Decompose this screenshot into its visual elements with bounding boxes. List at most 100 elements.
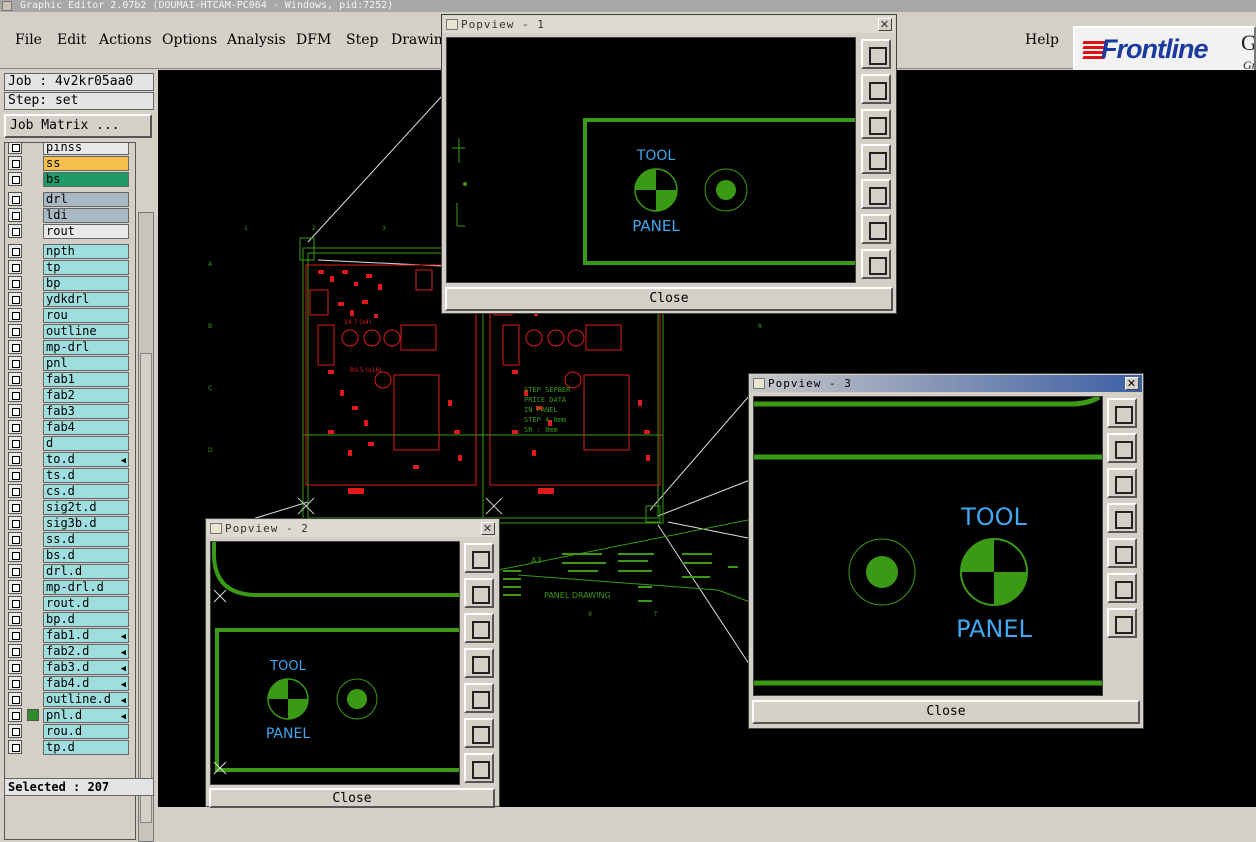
layer-row[interactable]: rou <box>5 307 135 323</box>
layer-name[interactable]: to.d ◀ <box>43 452 129 467</box>
layer-checkbox[interactable] <box>8 340 22 354</box>
layer-name[interactable]: fab3.d ◀ <box>43 660 129 675</box>
menu-analysis[interactable]: Analysis <box>227 32 286 48</box>
layer-row[interactable]: mp-drl.d <box>5 579 135 595</box>
pan-right-icon[interactable] <box>1107 538 1137 568</box>
layer-name[interactable]: bp.d <box>43 612 129 627</box>
layer-row[interactable]: outline.d ◀ <box>5 691 135 707</box>
layer-checkbox[interactable] <box>8 244 22 258</box>
layer-name[interactable]: ss.d <box>43 532 129 547</box>
job-matrix-button[interactable]: Job Matrix ... <box>4 114 152 138</box>
layer-checkbox[interactable] <box>8 596 22 610</box>
popview-1-close-icon[interactable]: ✕ <box>878 18 892 31</box>
layer-checkbox[interactable] <box>8 468 22 482</box>
layer-checkbox[interactable] <box>8 292 22 306</box>
layer-name[interactable]: drl <box>43 192 129 207</box>
layer-name[interactable]: bp <box>43 276 129 291</box>
menu-options[interactable]: Options <box>162 32 217 48</box>
layer-checkbox[interactable] <box>8 580 22 594</box>
pan-left-icon[interactable] <box>464 648 494 678</box>
layer-checkbox[interactable] <box>8 324 22 338</box>
layer-checkbox[interactable] <box>8 532 22 546</box>
layer-checkbox[interactable] <box>8 692 22 706</box>
zoom-home-icon[interactable] <box>464 543 494 573</box>
scroll-thumb[interactable] <box>140 353 152 823</box>
popview-1-title-bar[interactable]: Popview - 1 ✕ <box>443 16 895 33</box>
zoom-in-icon[interactable] <box>1107 573 1137 603</box>
layer-name[interactable]: d <box>43 436 129 451</box>
popview-1-view[interactable]: TOOL PANEL <box>446 37 856 283</box>
layer-checkbox[interactable] <box>8 276 22 290</box>
zoom-out-icon[interactable] <box>464 753 494 783</box>
popview-3-close-icon[interactable]: ✕ <box>1125 377 1139 390</box>
layer-checkbox[interactable] <box>8 436 22 450</box>
menu-edit[interactable]: Edit <box>57 32 86 48</box>
pan-down-icon[interactable] <box>464 613 494 643</box>
layer-name[interactable]: pnl <box>43 356 129 371</box>
layer-checkbox[interactable] <box>8 452 22 466</box>
layer-checkbox[interactable] <box>8 484 22 498</box>
popview-3-view[interactable]: TOOL PANEL <box>753 396 1103 696</box>
layer-checkbox[interactable] <box>8 208 22 222</box>
layer-name[interactable]: bs <box>43 172 129 187</box>
layer-row[interactable]: fab1 <box>5 371 135 387</box>
layer-checkbox[interactable] <box>8 500 22 514</box>
layer-row[interactable]: fab2 <box>5 387 135 403</box>
layer-row[interactable]: pnl.d ◀ <box>5 707 135 723</box>
layer-row[interactable]: drl.d <box>5 563 135 579</box>
popview-3-close-button[interactable]: Close <box>752 700 1140 724</box>
layer-name[interactable]: fab3 <box>43 404 129 419</box>
popview-2-close-button[interactable]: Close <box>209 788 495 808</box>
layer-name[interactable]: mp-drl <box>43 340 129 355</box>
layer-row[interactable]: ydkdrl <box>5 291 135 307</box>
popview-2-title-bar[interactable]: Popview - 2 ✕ <box>207 520 498 537</box>
layer-row[interactable]: mp-drl <box>5 339 135 355</box>
layer-row[interactable]: rou.d <box>5 723 135 739</box>
pan-down-icon[interactable] <box>861 109 891 139</box>
layer-name[interactable]: npth <box>43 244 129 259</box>
zoom-in-icon[interactable] <box>464 718 494 748</box>
layer-row[interactable]: rout <box>5 223 135 239</box>
zoom-in-icon[interactable] <box>861 214 891 244</box>
layer-checkbox[interactable] <box>8 660 22 674</box>
popview-2-view[interactable]: TOOL PANEL <box>210 541 460 785</box>
layer-name[interactable]: sig3b.d <box>43 516 129 531</box>
layer-checkbox[interactable] <box>8 708 22 722</box>
layer-checkbox[interactable] <box>8 516 22 530</box>
layer-row[interactable]: ldi <box>5 207 135 223</box>
layer-checkbox[interactable] <box>8 628 22 642</box>
pan-right-icon[interactable] <box>861 179 891 209</box>
menu-help[interactable]: Help <box>1025 32 1059 48</box>
layer-checkbox[interactable] <box>8 724 22 738</box>
popview-2-close-icon[interactable]: ✕ <box>481 522 495 535</box>
layer-checkbox[interactable] <box>8 308 22 322</box>
layer-row[interactable]: ss.d <box>5 531 135 547</box>
layer-checkbox[interactable] <box>8 356 22 370</box>
layer-row[interactable]: pinss <box>5 143 135 155</box>
layer-row[interactable]: npth <box>5 243 135 259</box>
layer-scrollbar[interactable] <box>138 212 154 842</box>
layer-row[interactable]: fab4.d ◀ <box>5 675 135 691</box>
layer-checkbox[interactable] <box>8 260 22 274</box>
layer-name[interactable]: rou <box>43 308 129 323</box>
layer-name[interactable]: outline <box>43 324 129 339</box>
layer-name[interactable]: mp-drl.d <box>43 580 129 595</box>
zoom-out-icon[interactable] <box>861 249 891 279</box>
layer-checkbox[interactable] <box>8 404 22 418</box>
layer-name[interactable]: rou.d <box>43 724 129 739</box>
layer-name[interactable]: ss <box>43 156 129 171</box>
layer-row[interactable]: ts.d <box>5 467 135 483</box>
popview-1-window[interactable]: Popview - 1 ✕ TOOL PANEL Close <box>441 14 897 314</box>
layer-name[interactable]: outline.d ◀ <box>43 692 129 707</box>
layer-name[interactable]: ydkdrl <box>43 292 129 307</box>
layer-row[interactable]: tp.d <box>5 739 135 755</box>
layer-row[interactable]: bs <box>5 171 135 187</box>
pan-up-icon[interactable] <box>1107 433 1137 463</box>
layer-checkbox[interactable] <box>8 172 22 186</box>
layer-name[interactable]: fab2 <box>43 388 129 403</box>
layer-name[interactable]: pinss <box>43 143 129 155</box>
pan-left-icon[interactable] <box>1107 503 1137 533</box>
menu-file[interactable]: File <box>15 32 42 48</box>
zoom-home-icon[interactable] <box>861 39 891 69</box>
layer-row[interactable]: fab3 <box>5 403 135 419</box>
